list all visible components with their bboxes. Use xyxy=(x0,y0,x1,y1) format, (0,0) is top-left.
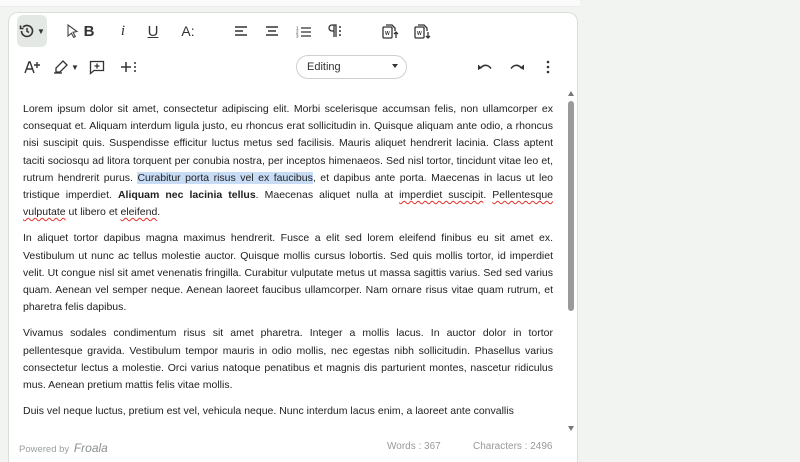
bold-icon: B xyxy=(83,22,95,40)
paragraph: In aliquet tortor dapibus magna maximus … xyxy=(23,232,553,314)
word-count: Words : 367 xyxy=(387,441,441,452)
svg-text:W: W xyxy=(385,31,390,37)
chevron-down-icon xyxy=(392,64,398,68)
scroll-down-arrow-icon[interactable] xyxy=(568,426,574,431)
pointer-icon xyxy=(67,24,79,38)
paragraph: Lorem ipsum dolor sit amet, consectetur … xyxy=(23,101,553,221)
paragraph-text: . xyxy=(483,189,493,202)
underline-icon: U xyxy=(147,22,159,40)
paragraph-text: . Maecenas aliquet nulla at xyxy=(255,189,400,202)
more-vertical-icon xyxy=(546,60,550,74)
mode-dropdown[interactable]: Editing xyxy=(296,55,407,79)
insert-comment-icon xyxy=(89,60,105,75)
paragraph-format-icon xyxy=(328,24,341,37)
toolbar-row-2: ▼ Editing xyxy=(9,51,577,87)
more-insert-button[interactable] xyxy=(119,51,139,83)
import-icon: W xyxy=(414,24,431,39)
editor-content[interactable]: Lorem ipsum dolor sit amet, consectetur … xyxy=(23,101,553,431)
italic-button[interactable]: i xyxy=(113,15,133,47)
pointer-button[interactable] xyxy=(65,15,81,47)
froala-logo: Froala xyxy=(73,441,108,455)
more-options-button[interactable] xyxy=(540,51,556,83)
powered-by[interactable]: Powered by Froala xyxy=(19,441,108,455)
scroll-up-arrow-icon[interactable] xyxy=(568,91,574,96)
history-icon xyxy=(19,24,34,38)
svg-text:W: W xyxy=(417,31,422,37)
text-color-icon xyxy=(24,61,40,74)
underline-button[interactable]: U xyxy=(143,15,163,47)
bold-button[interactable]: B xyxy=(81,15,97,47)
paragraph: Duis vel neque luctus, pretium est vel, … xyxy=(23,405,514,418)
vertical-scrollbar[interactable] xyxy=(567,91,575,431)
more-insert-icon xyxy=(121,62,136,72)
scrollbar-thumb[interactable] xyxy=(568,101,574,311)
redo-button[interactable] xyxy=(507,51,527,83)
chevron-down-icon: ▼ xyxy=(71,62,79,72)
highlight-button[interactable]: ▼ xyxy=(53,51,79,83)
paragraph-format-button[interactable] xyxy=(325,15,347,47)
font-size-button[interactable]: A: xyxy=(177,15,199,47)
align-left-button[interactable] xyxy=(231,15,251,47)
align-center-icon xyxy=(266,26,278,36)
character-count: Characters : 2496 xyxy=(473,441,553,452)
svg-text:3: 3 xyxy=(296,33,299,38)
misspelled-word[interactable]: imperdiet suscipit xyxy=(399,189,483,201)
paragraph: Vivamus sodales condimentum risus sit am… xyxy=(23,327,553,392)
align-center-button[interactable] xyxy=(262,15,282,47)
ordered-list-button[interactable]: 123 xyxy=(294,15,314,47)
text-color-button[interactable] xyxy=(23,51,41,83)
misspelled-word[interactable]: eleifend xyxy=(121,206,158,218)
undo-icon xyxy=(478,64,492,70)
undo-button[interactable] xyxy=(475,51,495,83)
font-size-icon: A: xyxy=(181,23,195,39)
bold-text: Aliquam nec lacinia tellus xyxy=(117,189,256,202)
paragraph-text: ut libero et xyxy=(65,206,121,219)
rich-text-editor: ▼ B i U A: 123 W W ▼ Editing Lorem ipsum… xyxy=(8,12,578,462)
italic-icon: i xyxy=(120,22,126,39)
right-blank-area xyxy=(580,0,800,450)
import-button[interactable]: W xyxy=(413,15,433,47)
export-icon: W xyxy=(382,24,399,39)
redo-icon xyxy=(510,64,524,70)
selected-text: Curabitur porta risus vel ex faucibus xyxy=(137,171,313,184)
editor-footer: Powered by Froala Words : 367 Characters… xyxy=(9,437,577,457)
history-button[interactable]: ▼ xyxy=(17,15,47,47)
chevron-down-icon: ▼ xyxy=(37,26,45,36)
paragraph-text: . xyxy=(157,206,161,219)
highlight-icon xyxy=(54,60,68,74)
insert-comment-button[interactable] xyxy=(88,51,106,83)
mode-dropdown-value: Editing xyxy=(307,61,341,73)
export-button[interactable]: W xyxy=(381,15,401,47)
align-left-icon xyxy=(235,26,247,36)
ordered-list-icon: 123 xyxy=(296,25,311,38)
